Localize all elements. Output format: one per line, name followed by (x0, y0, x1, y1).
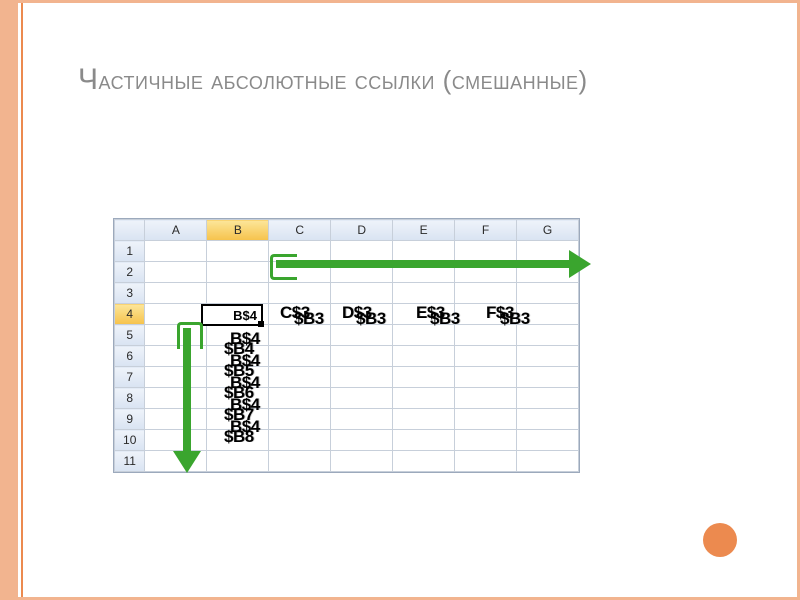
row-2[interactable]: 2 (115, 262, 145, 283)
slide-title: Частичные абсолютные ссылки (смешанные) (78, 63, 757, 97)
row-6[interactable]: 6 (115, 346, 145, 367)
row-10[interactable]: 10 (115, 430, 145, 451)
row-5[interactable]: 5 (115, 325, 145, 346)
cell[interactable] (145, 409, 207, 430)
row-9[interactable]: 9 (115, 409, 145, 430)
cell[interactable] (393, 451, 455, 472)
cell[interactable] (269, 346, 331, 367)
cell[interactable] (145, 262, 207, 283)
cell[interactable] (269, 409, 331, 430)
row-4[interactable]: 4 (115, 304, 145, 325)
cell[interactable] (145, 283, 207, 304)
cell[interactable] (331, 241, 393, 262)
overlay-c-bot: $B3 (294, 309, 324, 329)
cell[interactable] (455, 388, 517, 409)
accent-stripe (21, 3, 23, 597)
col-E[interactable]: E (393, 220, 455, 241)
cell[interactable] (455, 241, 517, 262)
cell[interactable] (331, 367, 393, 388)
cell[interactable] (269, 451, 331, 472)
title-rest: астичные абсолютные ссылки (смешанные) (99, 65, 588, 95)
overlay-e-bot: $B3 (430, 309, 460, 329)
arrow-right-icon (276, 260, 571, 268)
active-cell-B4[interactable]: B$4 (201, 304, 263, 326)
cell[interactable] (455, 409, 517, 430)
col-G[interactable]: G (516, 220, 578, 241)
cell[interactable] (207, 283, 269, 304)
cell[interactable] (516, 367, 578, 388)
cell[interactable] (331, 430, 393, 451)
cell[interactable] (145, 367, 207, 388)
cell[interactable] (269, 430, 331, 451)
row-8[interactable]: 8 (115, 388, 145, 409)
cell[interactable] (145, 430, 207, 451)
cell[interactable] (393, 430, 455, 451)
col-A[interactable]: A (145, 220, 207, 241)
arrow-tail (177, 322, 203, 349)
cell[interactable] (455, 451, 517, 472)
cell[interactable] (455, 283, 517, 304)
cell[interactable] (331, 346, 393, 367)
cell[interactable] (393, 388, 455, 409)
col-F[interactable]: F (455, 220, 517, 241)
cell[interactable] (516, 451, 578, 472)
overlay-d-bot: $B3 (356, 309, 386, 329)
arrow-down-icon (183, 328, 191, 453)
arrow-tail (270, 254, 297, 280)
cell[interactable] (331, 283, 393, 304)
row-3[interactable]: 3 (115, 283, 145, 304)
cell[interactable] (331, 451, 393, 472)
row-1[interactable]: 1 (115, 241, 145, 262)
slide: Частичные абсолютные ссылки (смешанные) … (0, 0, 800, 600)
overlay-b9-bot: $B8 (224, 427, 254, 447)
cell[interactable] (393, 283, 455, 304)
col-B[interactable]: B (207, 220, 269, 241)
cell[interactable] (207, 451, 269, 472)
cell[interactable] (393, 346, 455, 367)
cell[interactable] (331, 409, 393, 430)
cell[interactable] (516, 409, 578, 430)
cell[interactable] (393, 409, 455, 430)
cell[interactable] (455, 367, 517, 388)
cell[interactable] (331, 388, 393, 409)
row-7[interactable]: 7 (115, 367, 145, 388)
cell[interactable] (516, 346, 578, 367)
cell[interactable] (516, 388, 578, 409)
cell[interactable] (455, 430, 517, 451)
cell[interactable] (393, 241, 455, 262)
cell[interactable] (516, 283, 578, 304)
cell[interactable] (269, 283, 331, 304)
cell[interactable] (455, 346, 517, 367)
cell[interactable] (145, 241, 207, 262)
select-all-corner[interactable] (115, 220, 145, 241)
overlay-f-bot: $B3 (500, 309, 530, 329)
cell[interactable] (516, 430, 578, 451)
active-cell-value: B$4 (233, 308, 257, 323)
cell[interactable] (269, 367, 331, 388)
cell[interactable] (207, 241, 269, 262)
col-C[interactable]: C (269, 220, 331, 241)
cell[interactable] (207, 262, 269, 283)
cell[interactable] (393, 367, 455, 388)
title-cap: Ч (78, 63, 99, 96)
col-D[interactable]: D (331, 220, 393, 241)
row-11[interactable]: 11 (115, 451, 145, 472)
cell[interactable] (145, 388, 207, 409)
decorative-dot (703, 523, 737, 557)
cell[interactable] (269, 388, 331, 409)
